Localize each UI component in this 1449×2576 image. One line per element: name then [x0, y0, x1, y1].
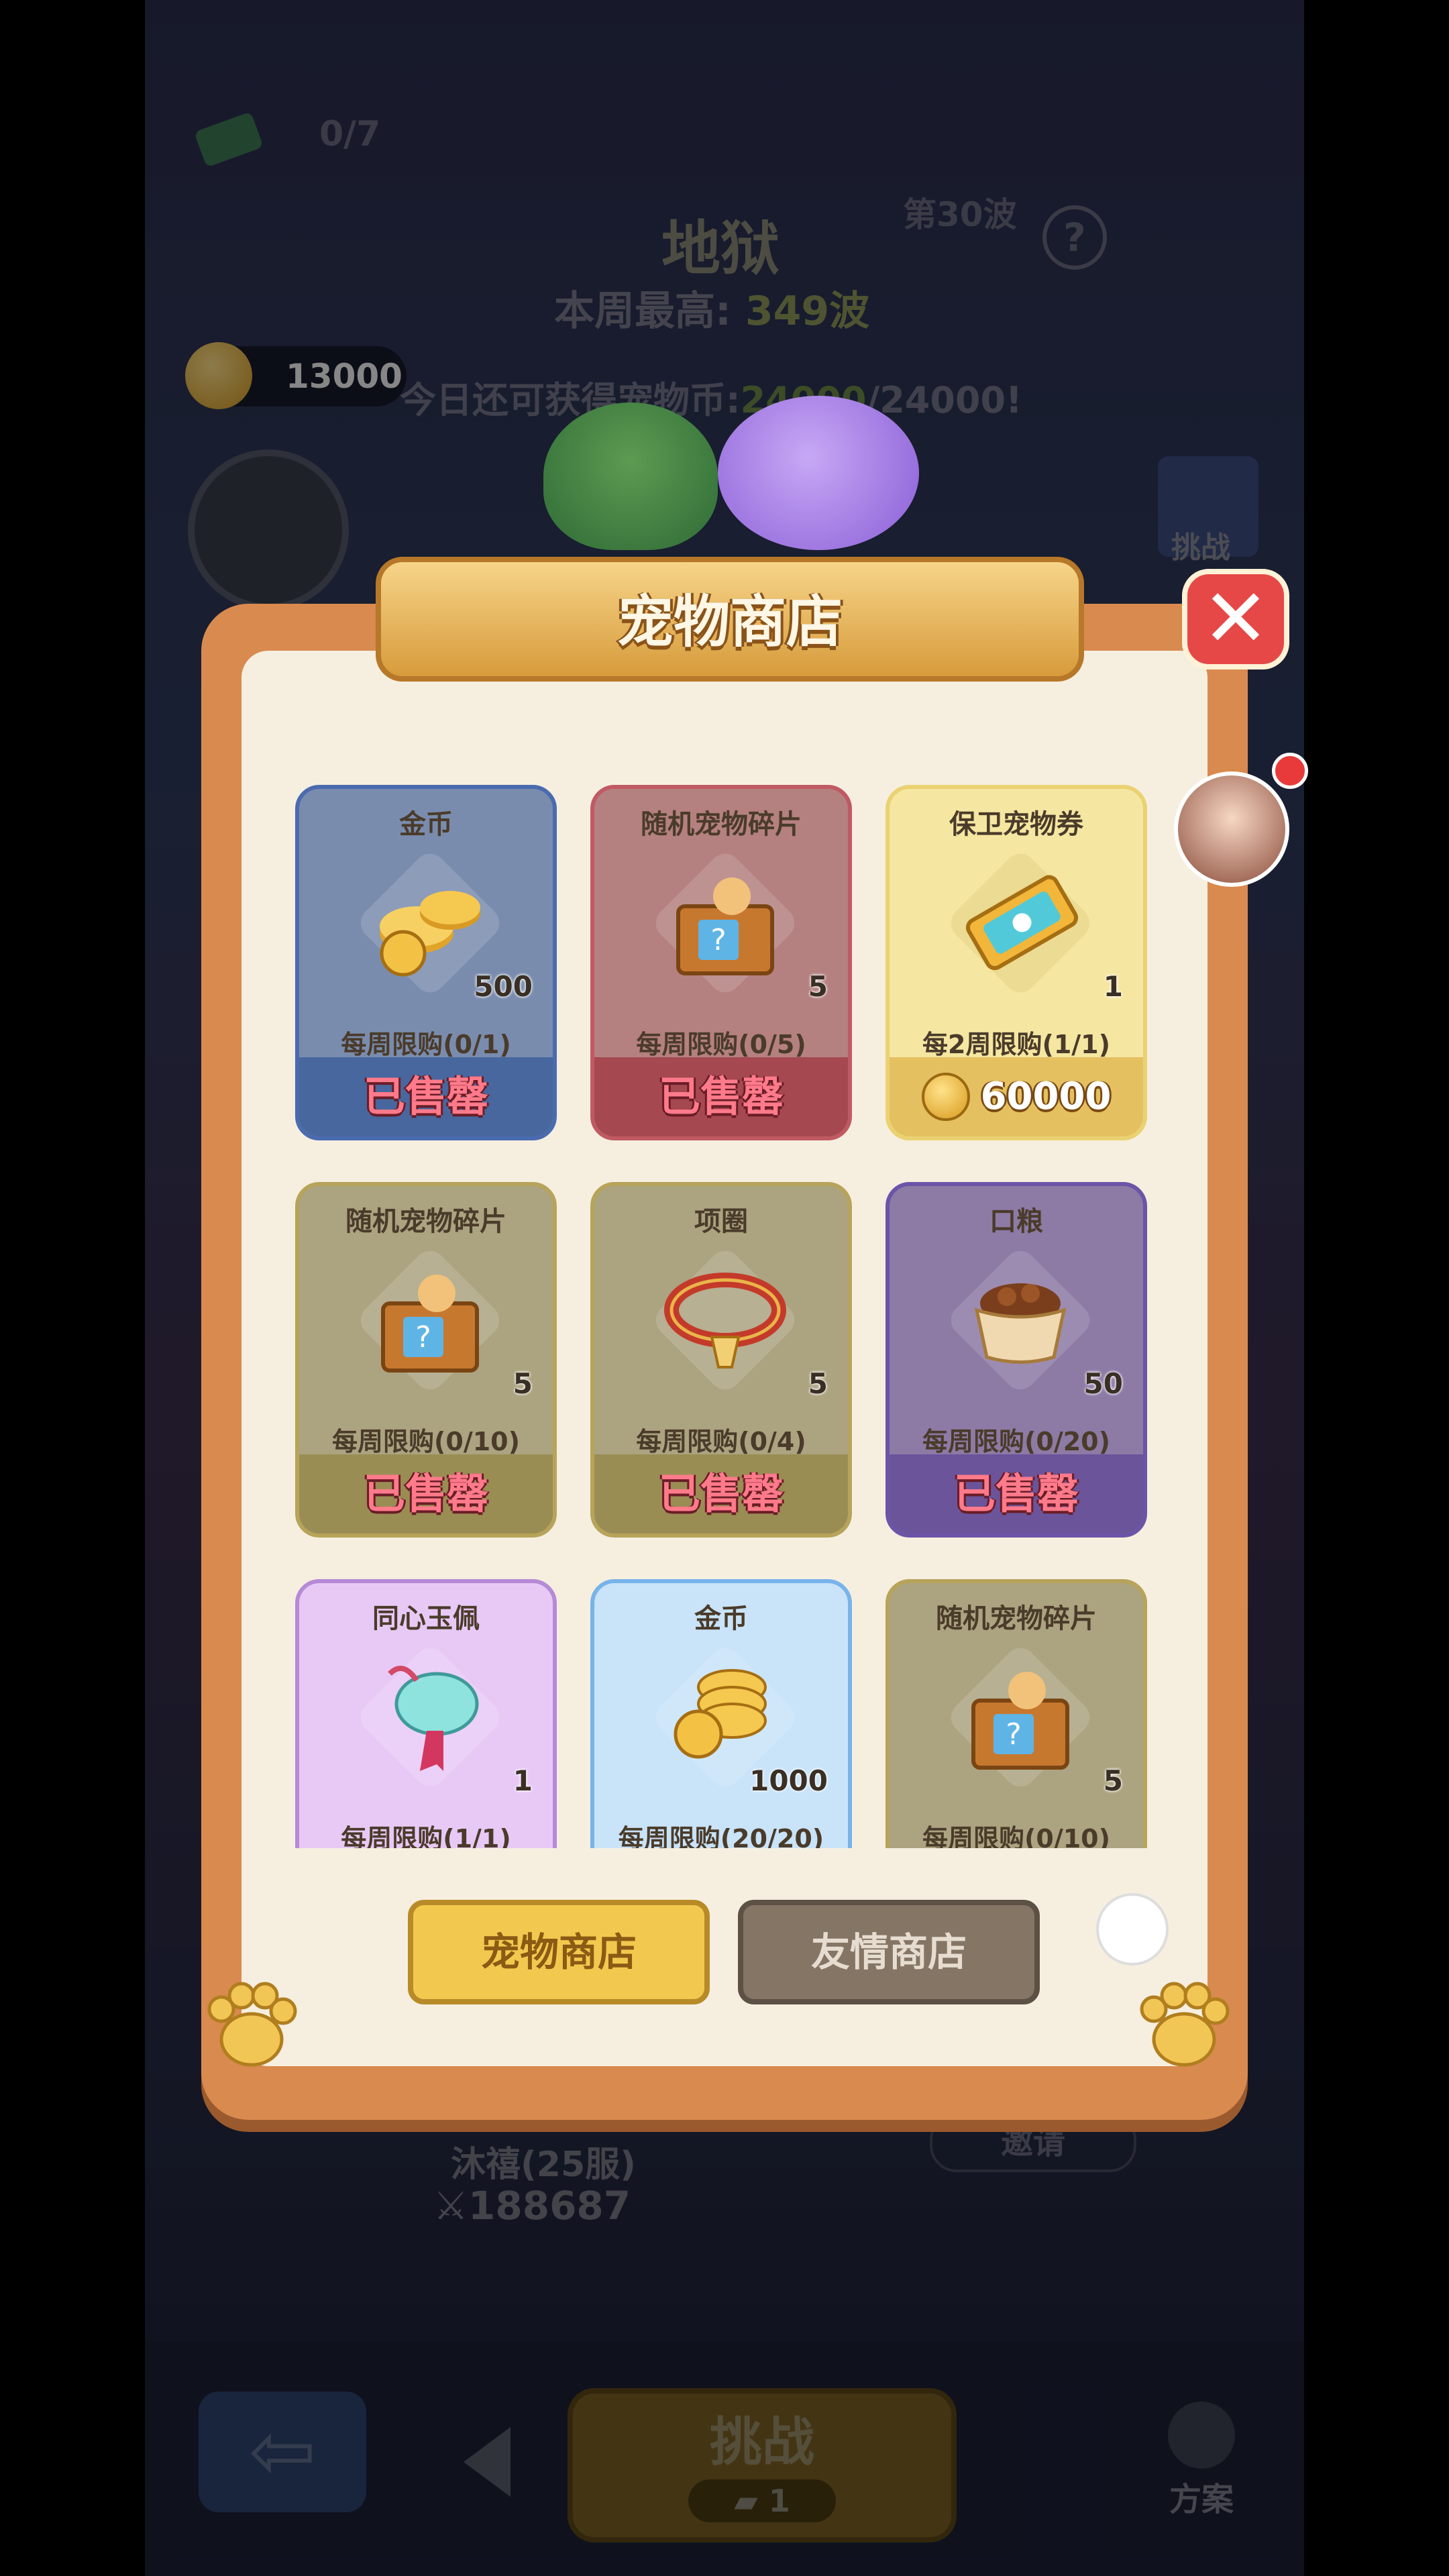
price-tag[interactable]: 60000	[921, 1057, 1112, 1136]
shop-item-card[interactable]: 保卫宠物券 1 每2周限购(1/1) 60000	[885, 785, 1147, 1140]
shop-item-card[interactable]: 同心玉佩 1 每周限购(1/1)	[295, 1579, 557, 1848]
item-quantity: 1	[513, 1764, 533, 1797]
item-quantity: 1	[1103, 970, 1123, 1003]
svg-text:?: ?	[415, 1320, 431, 1354]
item-limit: 每周限购(0/4)	[636, 1427, 806, 1456]
shop-item-card[interactable]: 随机宠物碎片 ? 5 每周限购(0/5) 已售罄	[590, 785, 852, 1140]
pet-ticket-icon	[965, 875, 1079, 971]
collar-icon	[664, 1273, 786, 1368]
item-footer: 已售罄	[890, 1454, 1143, 1534]
item-limit: 每周限购(1/1)	[341, 1824, 511, 1848]
item-footer: 已售罄	[594, 1454, 848, 1534]
item-quantity: 5	[1103, 1764, 1123, 1797]
shop-item-card[interactable]: 随机宠物碎片 ? 5 每周限购(0/10) 已售罄	[295, 1182, 557, 1538]
tab-pet-shop[interactable]: 宠物商店	[408, 1900, 710, 2004]
jade-pendant-icon	[388, 1666, 479, 1771]
svg-text:?: ?	[1006, 1717, 1021, 1752]
pet-crate-icon: ?	[971, 1672, 1069, 1770]
pet-coin-icon	[921, 1073, 970, 1121]
item-name: 项圈	[694, 1206, 748, 1237]
active-tab-indicator	[545, 1882, 574, 1900]
item-quantity: 500	[474, 970, 533, 1003]
coin-stack-icon	[674, 1669, 767, 1759]
notification-dot	[1272, 753, 1308, 789]
npc-avatar[interactable]	[1174, 771, 1289, 887]
shop-item-card[interactable]: 随机宠物碎片 ? 5 每周限购(0/10)	[885, 1579, 1147, 1848]
item-footer: 60000	[890, 1057, 1143, 1136]
svg-text:?: ?	[710, 923, 726, 957]
item-limit: 每周限购(0/10)	[332, 1427, 520, 1456]
sold-out-label: 已售罄	[363, 1072, 488, 1121]
paw-icon	[207, 1982, 297, 2067]
item-limit: 每周限购(0/1)	[341, 1030, 511, 1059]
item-name: 同心玉佩	[372, 1603, 480, 1634]
toggle-circle[interactable]	[1096, 1893, 1169, 1966]
shell-pet-icon	[543, 402, 718, 550]
sold-out-label: 已售罄	[658, 1469, 784, 1518]
sold-out-label: 已售罄	[658, 1072, 784, 1121]
item-price: 60000	[980, 1075, 1112, 1118]
item-name: 金币	[399, 809, 453, 840]
item-limit: 每周限购(20/20)	[618, 1824, 824, 1848]
item-footer: 已售罄	[299, 1454, 553, 1534]
item-quantity: 5	[513, 1367, 533, 1400]
item-name: 随机宠物碎片	[936, 1603, 1097, 1634]
tab-friendship-shop[interactable]: 友情商店	[738, 1900, 1040, 2004]
shop-item-card[interactable]: 金币 500 每周限购(0/1) 已售罄	[295, 785, 557, 1140]
sold-out-label: 已售罄	[953, 1469, 1079, 1518]
coin-stack-icon	[380, 891, 480, 977]
close-button[interactable]: ✕	[1182, 569, 1289, 669]
pet-food-icon	[974, 1283, 1067, 1364]
shop-item-card[interactable]: 口粮 50 每周限购(0/20) 已售罄	[885, 1182, 1147, 1538]
shop-title: 宠物商店	[616, 589, 843, 655]
item-name: 随机宠物碎片	[345, 1206, 506, 1237]
item-footer: 已售罄	[594, 1057, 848, 1136]
item-limit: 每周限购(0/20)	[922, 1427, 1110, 1456]
shop-item-grid: 金币 500 每周限购(0/1) 已售罄 随机宠物碎片 ? 5 每周限购(0/5…	[295, 785, 1154, 1848]
item-limit: 每周限购(0/5)	[636, 1030, 806, 1059]
item-quantity: 5	[808, 1367, 828, 1400]
pufferfish-pet-icon	[718, 396, 919, 550]
paw-icon	[1140, 1982, 1230, 2067]
item-name: 随机宠物碎片	[641, 809, 802, 840]
item-name: 保卫宠物券	[949, 809, 1083, 840]
close-icon: ✕	[1201, 572, 1270, 665]
pet-crate-icon: ?	[676, 877, 774, 975]
sold-out-label: 已售罄	[363, 1469, 488, 1518]
item-footer: 已售罄	[299, 1057, 553, 1136]
item-limit: 每2周限购(1/1)	[922, 1030, 1110, 1059]
shop-item-card[interactable]: 金币 1000 每周限购(20/20)	[590, 1579, 852, 1848]
item-name: 口粮	[989, 1206, 1043, 1237]
item-quantity: 5	[808, 970, 828, 1003]
item-quantity: 1000	[749, 1764, 828, 1797]
item-limit: 每周限购(0/10)	[922, 1824, 1110, 1848]
item-name: 金币	[694, 1603, 748, 1634]
pet-crate-icon: ?	[381, 1275, 479, 1373]
item-quantity: 50	[1083, 1367, 1123, 1400]
shop-title-banner: 宠物商店	[376, 530, 1084, 682]
shop-item-card[interactable]: 项圈 5 每周限购(0/4) 已售罄	[590, 1182, 852, 1538]
